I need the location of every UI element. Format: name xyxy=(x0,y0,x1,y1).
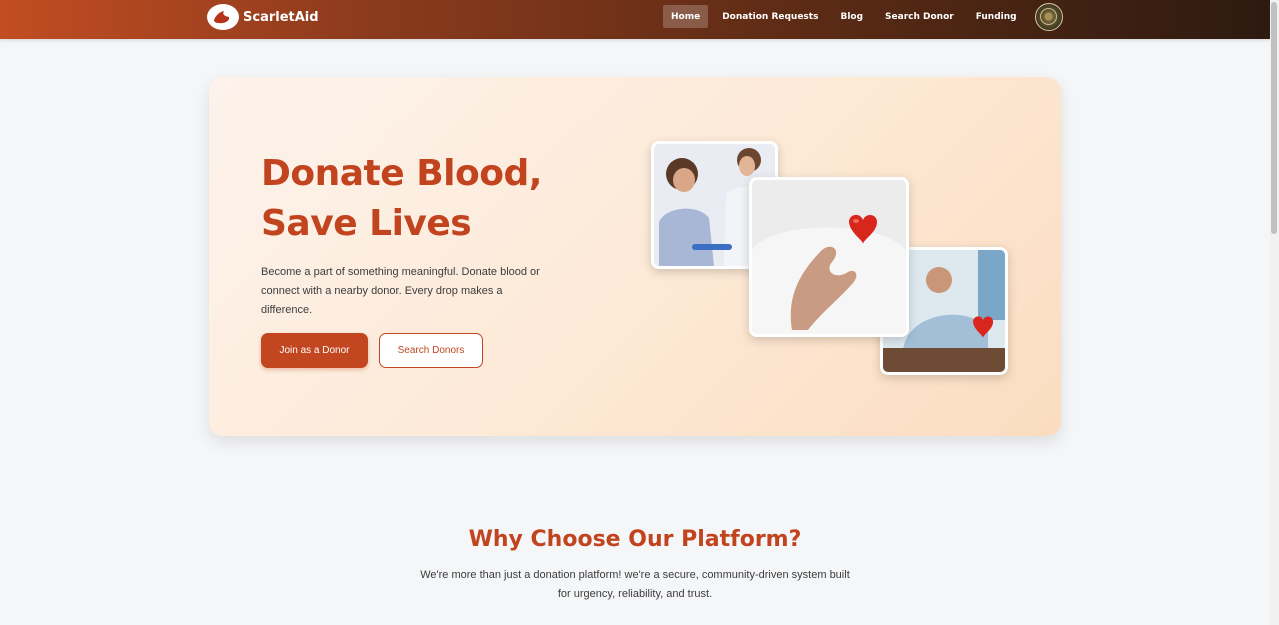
hero-title-line-2: Save Lives xyxy=(261,203,472,244)
nav-link-home[interactable]: Home xyxy=(663,5,709,28)
nav-link-blog[interactable]: Blog xyxy=(832,5,871,28)
nav-links: Home Donation Requests Blog Search Donor… xyxy=(663,5,1031,28)
hero-description: Become a part of something meaningful. D… xyxy=(261,266,540,316)
hero-title-line-1: Donate Blood, xyxy=(261,153,542,194)
join-as-donor-button[interactable]: Join as a Donor xyxy=(261,333,368,368)
nav-link-funding[interactable]: Funding xyxy=(968,5,1025,28)
search-donors-button[interactable]: Search Donors xyxy=(379,333,483,368)
why-section-title: Why Choose Our Platform? xyxy=(468,527,802,552)
user-avatar[interactable] xyxy=(1035,3,1063,31)
nav-link-search-donor[interactable]: Search Donor xyxy=(877,5,962,28)
blood-drop-logo-icon xyxy=(207,4,239,30)
why-section-description: We're more than just a donation platform… xyxy=(420,569,850,600)
hero-title: Donate Blood, Save Lives xyxy=(261,149,621,249)
heart-in-hand-photo xyxy=(749,177,909,337)
hero-banner: Donate Blood, Save Lives Become a part o… xyxy=(209,77,1061,436)
top-navbar: ScarletAid Home Donation Requests Blog S… xyxy=(0,0,1270,39)
nav-link-donation-requests[interactable]: Donation Requests xyxy=(714,5,826,28)
scrollbar-thumb[interactable] xyxy=(1271,2,1277,234)
brand-name: ScarletAid xyxy=(243,9,319,25)
brand[interactable]: ScarletAid xyxy=(207,4,319,30)
